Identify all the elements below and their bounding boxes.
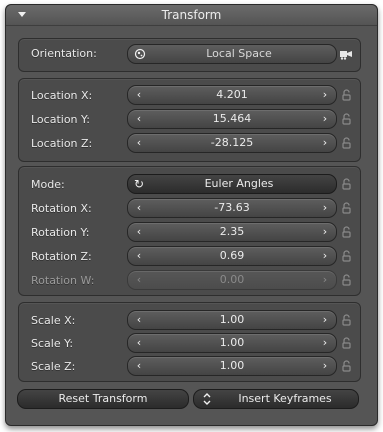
decrement-arrow-icon[interactable]: ‹: [132, 312, 146, 328]
orientation-menu[interactable]: Local Space: [127, 44, 337, 64]
scale-y-label: Scale Y:: [31, 337, 74, 350]
decrement-arrow-icon[interactable]: ‹: [132, 111, 146, 127]
rotation-y-field[interactable]: ‹ 2.35 ›: [127, 222, 337, 242]
lock-icon[interactable]: [342, 337, 351, 349]
rotation-mode-value: Euler Angles: [204, 177, 274, 190]
rotation-z-value: 0.69: [219, 249, 245, 262]
globe-icon: [134, 46, 146, 66]
rotation-y-label: Rotation Y:: [31, 226, 90, 239]
increment-arrow-icon: ›: [322, 273, 328, 286]
rotation-x-label: Rotation X:: [31, 202, 92, 215]
lock-icon[interactable]: [342, 226, 351, 238]
orientation-value: Local Space: [206, 47, 272, 60]
decrement-arrow-icon[interactable]: ‹: [132, 358, 146, 374]
scale-z-value: 1.00: [219, 359, 245, 372]
lock-icon[interactable]: [342, 274, 351, 286]
increment-arrow-icon[interactable]: ›: [318, 312, 332, 328]
decrement-arrow-icon[interactable]: ‹: [132, 248, 146, 264]
lock-icon[interactable]: [342, 202, 351, 214]
location-z-label: Location Z:: [31, 137, 93, 150]
decrement-arrow-icon[interactable]: ‹: [132, 135, 146, 151]
location-x-value: 4.201: [216, 88, 248, 101]
lock-icon[interactable]: [342, 89, 351, 101]
lock-icon[interactable]: [342, 314, 351, 326]
panel-header[interactable]: Transform: [6, 5, 377, 26]
rotation-x-field[interactable]: ‹ -73.63 ›: [127, 198, 337, 218]
increment-arrow-icon[interactable]: ›: [318, 200, 332, 216]
rotation-z-field[interactable]: ‹ 0.69 ›: [127, 246, 337, 266]
rotation-mode-label: Mode:: [31, 178, 65, 191]
decrement-arrow-icon[interactable]: ‹: [132, 87, 146, 103]
rotation-x-value: -73.63: [214, 201, 250, 214]
scale-y-value: 1.00: [219, 336, 245, 349]
scale-x-field[interactable]: ‹ 1.00 ›: [127, 310, 337, 330]
insert-keyframes-label: Insert Keyframes: [238, 392, 332, 405]
refresh-icon: ↻: [134, 177, 145, 191]
decrement-arrow-icon: ‹: [136, 273, 142, 286]
increment-arrow-icon[interactable]: ›: [318, 335, 332, 351]
increment-arrow-icon[interactable]: ›: [318, 358, 332, 374]
rotation-mode-menu[interactable]: ↻ Euler Angles: [127, 174, 337, 194]
lock-icon[interactable]: [342, 250, 351, 262]
reset-transform-label: Reset Transform: [58, 392, 148, 405]
lock-icon[interactable]: [342, 360, 351, 372]
reset-transform-button[interactable]: Reset Transform: [17, 389, 189, 409]
scale-x-label: Scale X:: [31, 314, 76, 327]
location-z-value: -28.125: [210, 136, 254, 149]
rotation-y-value: 2.35: [219, 225, 245, 238]
rotation-w-field: ‹ 0.00 ›: [127, 270, 337, 290]
location-z-field[interactable]: ‹ -28.125 ›: [127, 133, 337, 153]
lock-icon[interactable]: [342, 178, 351, 190]
rotation-w-label: Rotation W:: [31, 274, 95, 287]
rotation-w-value: 0.00: [219, 273, 245, 286]
lock-icon[interactable]: [342, 137, 351, 149]
decrement-arrow-icon[interactable]: ‹: [132, 200, 146, 216]
increment-arrow-icon[interactable]: ›: [318, 135, 332, 151]
insert-keyframes-button[interactable]: Insert Keyframes: [193, 389, 359, 409]
increment-arrow-icon[interactable]: ›: [318, 248, 332, 264]
rotation-z-label: Rotation Z:: [31, 250, 92, 263]
location-y-label: Location Y:: [31, 113, 90, 126]
increment-arrow-icon[interactable]: ›: [318, 111, 332, 127]
scale-x-value: 1.00: [219, 313, 245, 326]
panel-title: Transform: [161, 8, 222, 22]
location-y-field[interactable]: ‹ 15.464 ›: [127, 109, 337, 129]
view-icon[interactable]: [339, 48, 353, 60]
decrement-arrow-icon[interactable]: ‹: [132, 224, 146, 240]
scale-z-label: Scale Z:: [31, 360, 76, 373]
lock-icon[interactable]: [342, 113, 351, 125]
orientation-label: Orientation:: [31, 47, 97, 60]
keyframe-icon: [202, 391, 212, 412]
location-x-field[interactable]: ‹ 4.201 ›: [127, 85, 337, 105]
location-y-value: 15.464: [212, 112, 252, 125]
location-x-label: Location X:: [31, 89, 93, 102]
increment-arrow-icon[interactable]: ›: [318, 87, 332, 103]
decrement-arrow-icon[interactable]: ‹: [132, 335, 146, 351]
scale-y-field[interactable]: ‹ 1.00 ›: [127, 333, 337, 353]
increment-arrow-icon[interactable]: ›: [318, 224, 332, 240]
scale-z-field[interactable]: ‹ 1.00 ›: [127, 356, 337, 376]
